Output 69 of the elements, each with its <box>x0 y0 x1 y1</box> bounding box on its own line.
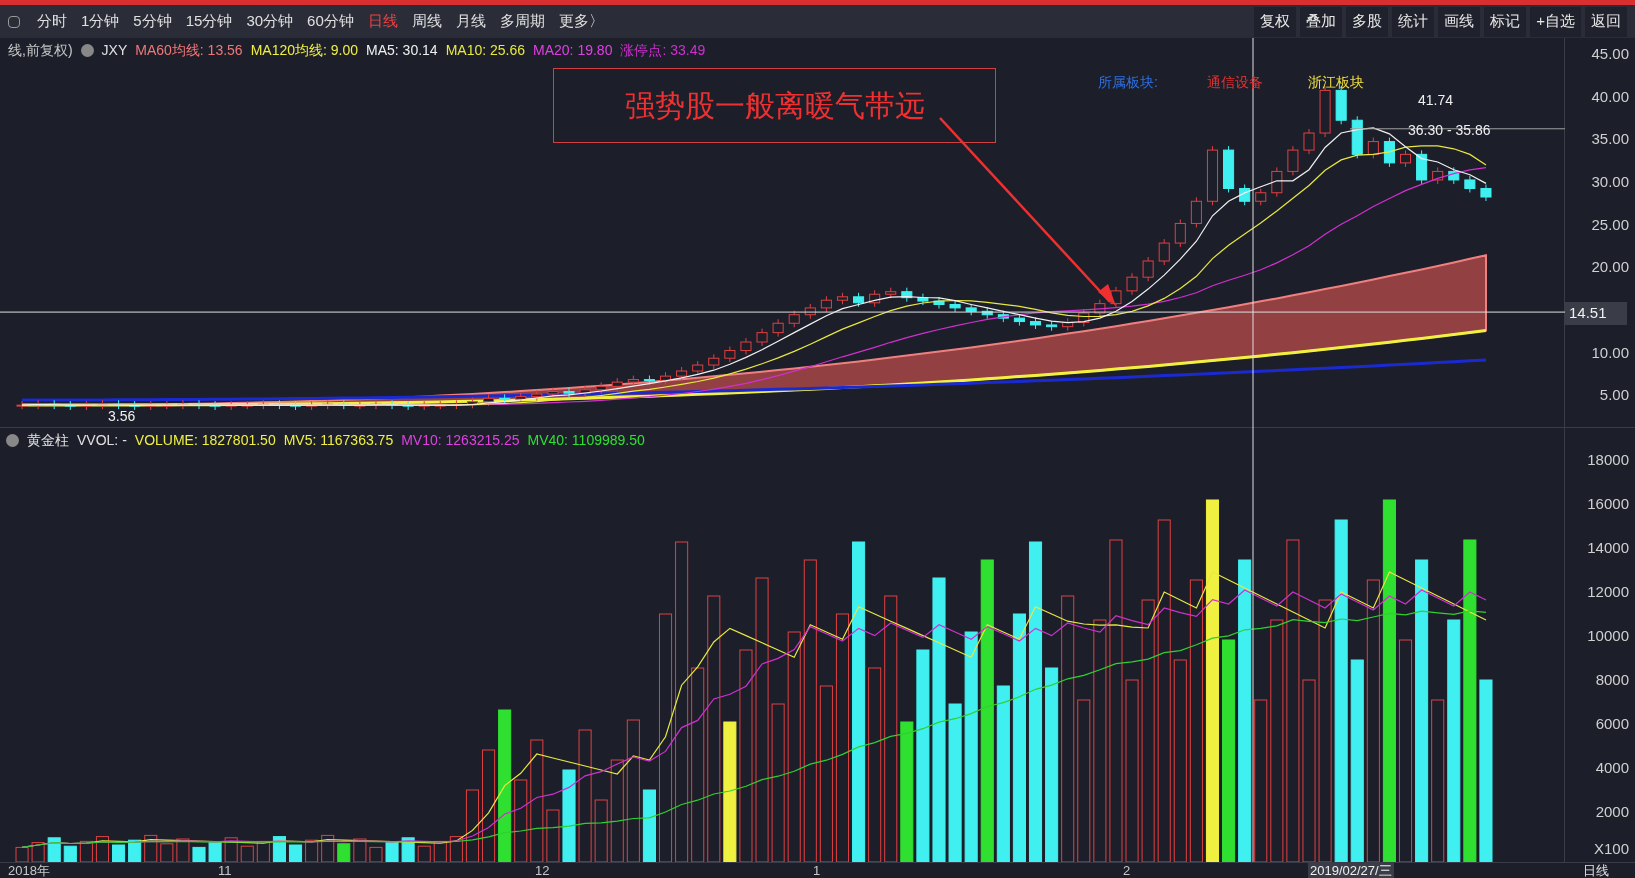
toolbar-button[interactable]: 叠加 <box>1300 6 1343 37</box>
volume-axis-label: 18000 <box>1587 450 1629 470</box>
volume-axis-label: 14000 <box>1587 538 1629 558</box>
legend-item: MV5: 1167363.75 <box>283 431 394 450</box>
legend-item: MA120均线: 9.00 <box>250 41 359 60</box>
period-tab[interactable]: 5分钟 <box>128 10 177 33</box>
volume-axis-label: 16000 <box>1587 494 1629 514</box>
price-axis-label: 45.00 <box>1591 44 1629 64</box>
legend-item: MA5: 30.14 <box>366 41 438 60</box>
chart-label: 浙江板块 <box>1308 73 1364 92</box>
volume-axis-label: 4000 <box>1595 758 1629 778</box>
price-axis-label: 25.00 <box>1591 214 1629 235</box>
toolbar-button[interactable]: 统计 <box>1392 6 1435 37</box>
indicator-toggle-icon[interactable] <box>6 434 19 447</box>
legend-item: 涨停点: 33.49 <box>620 41 706 60</box>
toolbar-button[interactable]: +自选 <box>1530 6 1581 37</box>
period-tab[interactable]: 15分钟 <box>180 10 238 33</box>
crosshair-price-label: 14.51 <box>1565 302 1627 325</box>
period-tab[interactable]: 日线 <box>362 10 403 33</box>
price-axis-label: 35.00 <box>1591 129 1629 150</box>
date-axis-label: 2 <box>1123 863 1131 878</box>
period-tab[interactable]: 60分钟 <box>302 10 359 33</box>
date-axis-label: 11 <box>218 863 232 878</box>
price-axis-label: 10.00 <box>1591 342 1629 363</box>
price-axis-label: 40.00 <box>1591 86 1629 107</box>
legend-item: MA10: 25.66 <box>445 41 526 60</box>
unit-label: X100 <box>1593 839 1629 859</box>
period-tab[interactable]: 分时 <box>32 10 72 33</box>
indicator-name: JXY <box>101 41 128 60</box>
toolbar-button[interactable]: 复权 <box>1254 6 1297 37</box>
period-tab[interactable]: 更多〉 <box>553 10 609 33</box>
period-tab[interactable]: 周线 <box>406 10 447 33</box>
toolbar-button[interactable]: 返回 <box>1585 6 1627 37</box>
toolbar-button[interactable]: 标记 <box>1484 6 1527 37</box>
chart-label: 3.56 <box>108 407 136 426</box>
chart-label: 所属板块: <box>1098 73 1158 92</box>
legend-item: MA60均线: 13.56 <box>135 41 243 60</box>
volume-axis-label: 2000 <box>1595 802 1629 822</box>
panel-toggle-icon[interactable] <box>8 15 20 28</box>
volume-axis-label: 12000 <box>1587 582 1629 602</box>
toolbar-button[interactable]: 画线 <box>1438 6 1481 37</box>
legend-item: MA20: 19.80 <box>533 41 613 60</box>
period-tab[interactable]: 1分钟 <box>76 10 125 33</box>
legend-item: MV40: 1109989.50 <box>527 431 645 450</box>
chart-label: 36.30 - 35.86 <box>1408 121 1491 140</box>
legend-item: VOLUME: 1827801.50 <box>134 431 276 450</box>
period-tab[interactable]: 月线 <box>450 10 491 33</box>
chart-title: 黄金柱 <box>27 431 69 450</box>
volume-axis-label: 8000 <box>1595 670 1629 690</box>
period-tab[interactable]: 多周期 <box>494 10 550 33</box>
indicator-toggle-icon[interactable] <box>80 44 94 57</box>
volume-axis-label: 10000 <box>1587 626 1629 646</box>
chart-label: 41.74 <box>1418 91 1454 110</box>
period-tab[interactable]: 30分钟 <box>241 10 299 33</box>
annotation-box: 强势股一般离暖气带远 <box>553 68 996 143</box>
legend-item: MV10: 1263215.25 <box>401 431 520 450</box>
price-axis-label: 5.00 <box>1599 385 1629 406</box>
period-label: 日线 <box>1583 863 1609 878</box>
indicator-name: VVOL: - <box>77 431 127 450</box>
volume-axis-label: 6000 <box>1595 714 1629 734</box>
toolbar-button[interactable]: 多股 <box>1346 6 1389 37</box>
date-axis-label: 1 <box>813 863 821 878</box>
crosshair-date-label: 2019/02/27/三 <box>1308 863 1394 878</box>
date-axis-label: 12 <box>535 863 550 878</box>
price-axis-label: 30.00 <box>1591 171 1629 192</box>
price-axis-label: 20.00 <box>1591 257 1629 278</box>
chart-label: 通信设备 <box>1207 73 1263 92</box>
date-axis-label: 2018年 <box>8 863 50 878</box>
chart-title: 线,前复权) <box>8 41 73 60</box>
